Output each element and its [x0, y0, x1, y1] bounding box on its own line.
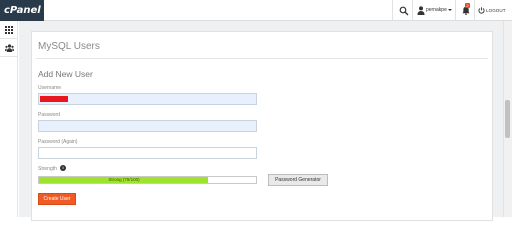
password-again-field[interactable] [38, 147, 257, 159]
topbar-divider [412, 0, 413, 21]
grid-icon [5, 26, 13, 34]
password-again-label: Password (Again) [38, 139, 78, 145]
topbar-divider [392, 0, 393, 21]
redacted-username [40, 96, 68, 102]
strength-text: Strong (78/100) [108, 177, 140, 182]
topbar-divider [474, 0, 475, 21]
scrollbar-thumb[interactable] [505, 100, 510, 138]
logout-icon[interactable] [478, 7, 485, 14]
strength-meter: Strong (78/100) [38, 176, 257, 184]
chevron-down-icon[interactable] [448, 9, 452, 11]
username-label: Username [38, 85, 62, 91]
logout-link[interactable]: LOGOUT [486, 7, 506, 14]
page-title: MySQL Users [38, 41, 100, 52]
password-label: Password [38, 112, 60, 118]
username-menu[interactable]: pernakpe [426, 6, 447, 14]
topbar-divider [455, 0, 456, 21]
user-icon[interactable] [417, 6, 425, 15]
sidebar [0, 21, 18, 217]
username-field[interactable] [38, 93, 257, 105]
search-icon[interactable] [399, 6, 409, 16]
info-icon[interactable]: i [60, 165, 66, 171]
password-field[interactable] [38, 120, 257, 132]
section-title: Add New User [38, 69, 93, 79]
create-user-button[interactable]: Create User [38, 193, 76, 205]
password-generator-button[interactable]: Password Generator [268, 174, 328, 186]
sidebar-item-apps[interactable] [0, 21, 18, 39]
users-icon [5, 44, 14, 52]
strength-label: Strength [38, 166, 57, 172]
title-divider [36, 58, 488, 59]
notification-badge[interactable]: 2 [465, 3, 470, 8]
cpanel-logo[interactable]: cPanel [0, 0, 44, 21]
top-bar: cPanel pernakpe 2 LOGOUT [0, 0, 512, 21]
sidebar-item-users[interactable] [0, 39, 18, 57]
